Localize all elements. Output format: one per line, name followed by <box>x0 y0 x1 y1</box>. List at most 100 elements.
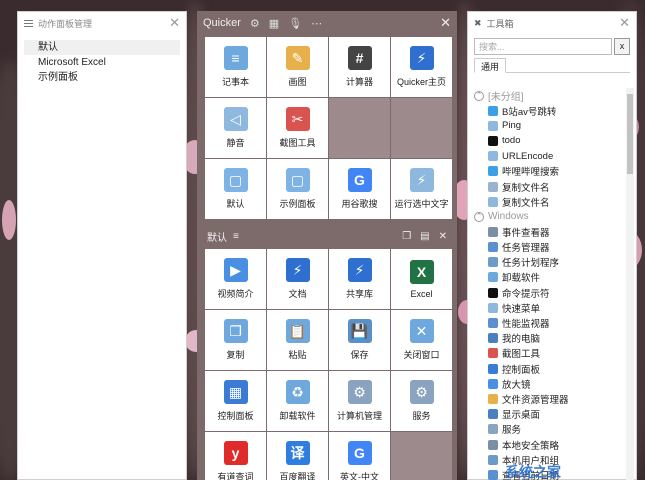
copy-icon: ❐ <box>223 319 248 343</box>
tree-item[interactable]: 事件查看器 <box>474 224 620 239</box>
action-button[interactable]: ✂ 截图工具 <box>267 98 328 158</box>
action-button[interactable]: ⚙ 服务 <box>391 371 452 431</box>
action-button[interactable]: ♻ 卸载软件 <box>267 371 328 431</box>
action-button[interactable]: 💾 保存 <box>329 310 390 370</box>
performance-icon <box>488 318 498 329</box>
tree-item[interactable]: 控制面板 <box>474 361 620 376</box>
tree-item[interactable]: Ping <box>474 118 620 133</box>
close-icon[interactable]: ✕ <box>169 15 180 31</box>
tree-item-label: 服务 <box>502 425 522 437</box>
tree-item-label: 快速菜单 <box>502 303 541 315</box>
tab-general[interactable]: 通用 <box>474 58 507 73</box>
tree-item-label: todo <box>502 135 521 147</box>
action-button[interactable]: ⚡ 共享库 <box>329 249 390 309</box>
play-icon: ▶ <box>223 258 248 282</box>
tree-item-label: 任务管理器 <box>502 243 550 255</box>
screenshot-icon: ✂ <box>285 107 310 131</box>
menu-icon[interactable]: ≡ <box>233 231 239 242</box>
microphone-icon[interactable]: 🎙 <box>288 17 302 30</box>
close-icon[interactable]: ✕ <box>439 231 447 242</box>
menu-icon[interactable] <box>24 18 33 29</box>
action-button[interactable]: ⚡ 运行选中文字 <box>391 159 452 219</box>
grid-icon[interactable]: ▦ <box>269 17 279 30</box>
scrollbar[interactable] <box>626 88 634 480</box>
clear-search-button[interactable]: x <box>614 38 630 55</box>
panel-list-item[interactable]: Microsoft Excel <box>24 55 180 70</box>
tree-item-label: 本地安全策略 <box>502 440 560 452</box>
action-button[interactable]: ⚡ Quicker主页 <box>391 37 452 97</box>
action-label: 英文-中文 <box>340 472 379 480</box>
tree-item[interactable]: B站av号跳转 <box>474 103 620 118</box>
bolt-icon: ⚡ <box>409 168 434 192</box>
clipboard-icon[interactable]: ▤ <box>420 231 429 242</box>
action-label: 静音 <box>226 138 245 148</box>
tree-item[interactable]: 哔哩哔哩搜索 <box>474 164 620 179</box>
close-icon[interactable]: ✕ <box>440 15 451 31</box>
close-icon[interactable]: ✕ <box>619 15 630 31</box>
action-button[interactable]: # 计算器 <box>329 37 390 97</box>
tree-item[interactable]: 本地安全策略 <box>474 437 620 452</box>
tree-item-label: 卸载软件 <box>502 273 541 285</box>
bilibili-icon <box>488 105 498 116</box>
tree-item-label: 复制文件名 <box>502 197 550 209</box>
action-button[interactable]: 📋 粘贴 <box>267 310 328 370</box>
tree-item[interactable]: 显示桌面 <box>474 407 620 422</box>
google-translate-icon: G <box>347 441 372 465</box>
tree-item[interactable]: 截图工具 <box>474 346 620 361</box>
tree-item-label: URLEncode <box>502 150 554 162</box>
more-icon[interactable]: ⋯ <box>311 17 322 30</box>
action-button[interactable]: G 用谷歌搜 <box>329 159 390 219</box>
tree-group-header[interactable]: ⌃ Windows <box>474 209 620 224</box>
tree-item[interactable]: 性能监视器 <box>474 315 620 330</box>
action-button[interactable]: X Excel <box>391 249 452 309</box>
tree-item[interactable]: 服务 <box>474 422 620 437</box>
tree-item-label: 文件资源管理器 <box>502 394 569 406</box>
action-button[interactable]: ✕ 关闭窗口 <box>391 310 452 370</box>
action-button[interactable]: ▢ 默认 <box>205 159 266 219</box>
empty-slot[interactable] <box>391 98 452 158</box>
action-button[interactable]: ▢ 示例面板 <box>267 159 328 219</box>
action-button[interactable]: G 英文-中文 <box>329 432 390 480</box>
tree-group-label: Windows <box>488 211 529 223</box>
watermark: 系统之家 <box>505 464 561 480</box>
tree-item[interactable]: 复制文件名 <box>474 179 620 194</box>
tree-item[interactable]: 卸载软件 <box>474 270 620 285</box>
scrollbar-thumb[interactable] <box>627 94 633 174</box>
action-button[interactable]: y 有道查词 <box>205 432 266 480</box>
action-button[interactable]: ◁ 静音 <box>205 98 266 158</box>
action-button[interactable]: ⚡ 文档 <box>267 249 328 309</box>
tree-group-label: [未分组] <box>488 92 524 103</box>
tree-group-header[interactable]: ⌃ [未分组] <box>474 88 620 103</box>
action-button[interactable]: ▦ 控制面板 <box>205 371 266 431</box>
tree-item[interactable]: 我的电脑 <box>474 331 620 346</box>
tree-item[interactable]: 快速菜单 <box>474 300 620 315</box>
tree-item[interactable]: 文件资源管理器 <box>474 391 620 406</box>
action-button[interactable]: ❐ 复制 <box>205 310 266 370</box>
tree-item[interactable]: 任务计划程序 <box>474 255 620 270</box>
toolbox-icon: ✖ <box>474 17 482 28</box>
desktop-icon <box>488 409 498 420</box>
tree-item-label: 性能监视器 <box>502 319 550 331</box>
action-button[interactable]: ≡ 记事本 <box>205 37 266 97</box>
tree-item[interactable]: todo <box>474 133 620 148</box>
action-button[interactable]: 译百度翻译 <box>267 432 328 480</box>
empty-slot[interactable] <box>391 432 452 480</box>
gear-icon[interactable]: ⚙ <box>250 17 260 30</box>
tree-item[interactable]: 命令提示符 <box>474 285 620 300</box>
action-button[interactable]: ⚙ 计算机管理 <box>329 371 390 431</box>
copy-icon[interactable]: ❐ <box>402 231 411 242</box>
search-input[interactable] <box>474 38 612 55</box>
tree-item[interactable]: 放大镜 <box>474 376 620 391</box>
action-button[interactable]: ✎ 画图 <box>267 37 328 97</box>
action-label: Excel <box>410 288 433 299</box>
panel-list-item[interactable]: 默认 <box>24 40 180 55</box>
tree-item[interactable]: 复制文件名 <box>474 194 620 209</box>
panel-list-item[interactable]: 示例面板 <box>24 70 180 85</box>
empty-slot[interactable] <box>329 98 390 158</box>
tree-item[interactable]: 任务管理器 <box>474 240 620 255</box>
screenshot-icon <box>488 348 498 359</box>
toolbox-title: 工具箱 <box>486 18 514 29</box>
tree-item[interactable]: URLEncode <box>474 149 620 164</box>
action-label: 卸载软件 <box>279 411 316 421</box>
action-button[interactable]: ▶ 视频简介 <box>205 249 266 309</box>
